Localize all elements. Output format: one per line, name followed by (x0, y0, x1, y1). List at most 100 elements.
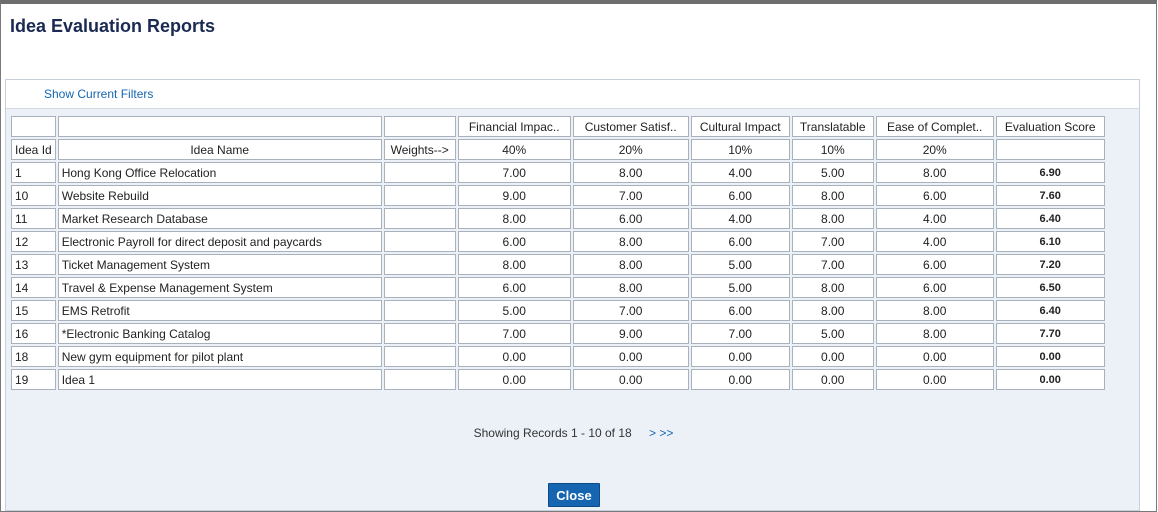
weights-spacer-cell (383, 185, 456, 206)
idea-name-cell: Market Research Database (57, 208, 382, 229)
score-cell: 0.00 (875, 369, 994, 390)
weight-value: 20% (875, 139, 994, 160)
next-page-link[interactable]: > >> (649, 426, 673, 440)
idea-id-cell: 15 (11, 300, 56, 321)
idea-id-cell: 18 (11, 346, 56, 367)
score-cell: 8.00 (572, 254, 689, 275)
score-cell: 8.00 (875, 323, 994, 344)
weights-header-row: Idea Id Idea Name Weights--> 40% 20% 10% 10% 20… (11, 139, 1105, 160)
score-cell: 7.00 (457, 162, 571, 183)
score-cell: 5.00 (791, 162, 874, 183)
score-cell: 6.00 (875, 185, 994, 206)
evaluation-score-cell: 6.40 (995, 300, 1105, 321)
weight-value: 40% (457, 139, 571, 160)
score-cell: 5.00 (791, 323, 874, 344)
filters-bar: Show Current Filters (6, 80, 1139, 109)
score-cell: 0.00 (457, 369, 571, 390)
score-cell: 8.00 (791, 185, 874, 206)
table-row: 14 Travel & Expense Management System 6.00… (11, 277, 1105, 298)
weights-spacer-cell (383, 323, 456, 344)
score-cell: 7.00 (791, 254, 874, 275)
idea-id-cell: 16 (11, 323, 56, 344)
blank-header-cell (995, 139, 1105, 160)
score-cell: 8.00 (875, 300, 994, 321)
evaluation-score-cell: 7.70 (995, 323, 1105, 344)
score-cell: 6.00 (690, 231, 790, 252)
idea-name-header: Idea Name (57, 139, 382, 160)
table-row: 10 Website Rebuild 9.00 7.00 6.00 8.00 6.00 7.6… (11, 185, 1105, 206)
table-row: 13 Ticket Management System 8.00 8.00 5.00 7.… (11, 254, 1105, 275)
score-cell: 0.00 (791, 346, 874, 367)
table-row: 18 New gym equipment for pilot plant 0.00 0… (11, 346, 1105, 367)
evaluation-score-cell: 7.20 (995, 254, 1105, 275)
score-cell: 8.00 (457, 208, 571, 229)
table-row: 15 EMS Retrofit 5.00 7.00 6.00 8.00 8.00 6.40 (11, 300, 1105, 321)
criteria-header: Evaluation Score (995, 116, 1105, 137)
score-cell: 7.00 (457, 323, 571, 344)
blank-header-cell (57, 116, 382, 137)
report-window: Idea Evaluation Reports Show Current Fil… (0, 0, 1157, 512)
idea-name-cell: Website Rebuild (57, 185, 382, 206)
evaluation-score-cell: 6.90 (995, 162, 1105, 183)
idea-name-cell: Electronic Payroll for direct deposit an… (57, 231, 382, 252)
criteria-header-row: Financial Impac.. Customer Satisf.. Cultur… (11, 116, 1105, 137)
weights-spacer-cell (383, 254, 456, 275)
weights-spacer-cell (383, 277, 456, 298)
score-cell: 7.00 (572, 300, 689, 321)
score-cell: 0.00 (791, 369, 874, 390)
score-cell: 0.00 (572, 369, 689, 390)
weights-spacer-cell (383, 208, 456, 229)
close-button[interactable]: Close (548, 483, 600, 507)
score-cell: 7.00 (690, 323, 790, 344)
weights-spacer-cell (383, 346, 456, 367)
idea-id-cell: 14 (11, 277, 56, 298)
score-cell: 6.00 (690, 185, 790, 206)
score-cell: 0.00 (690, 346, 790, 367)
idea-id-cell: 19 (11, 369, 56, 390)
weights-label: Weights--> (383, 139, 456, 160)
score-cell: 4.00 (690, 208, 790, 229)
table-row: 19 Idea 1 0.00 0.00 0.00 0.00 0.00 0.00 (11, 369, 1105, 390)
table-row: 1 Hong Kong Office Relocation 7.00 8.00 4.00… (11, 162, 1105, 183)
idea-name-cell: New gym equipment for pilot plant (57, 346, 382, 367)
idea-id-cell: 12 (11, 231, 56, 252)
score-cell: 0.00 (690, 369, 790, 390)
score-cell: 6.00 (457, 277, 571, 298)
evaluation-score-cell: 6.50 (995, 277, 1105, 298)
score-cell: 8.00 (791, 208, 874, 229)
score-cell: 0.00 (875, 346, 994, 367)
score-cell: 8.00 (791, 300, 874, 321)
weight-value: 10% (791, 139, 874, 160)
show-current-filters-link[interactable]: Show Current Filters (44, 87, 153, 101)
score-cell: 8.00 (875, 162, 994, 183)
pagination-status: Showing Records 1 - 10 of 18 (473, 426, 632, 440)
idea-id-header: Idea Id (11, 139, 56, 160)
evaluation-table: Financial Impac.. Customer Satisf.. Cultur… (9, 114, 1107, 392)
score-cell: 7.00 (791, 231, 874, 252)
idea-name-cell: Idea 1 (57, 369, 382, 390)
idea-name-cell: *Electronic Banking Catalog (57, 323, 382, 344)
score-cell: 6.00 (690, 300, 790, 321)
evaluation-score-cell: 0.00 (995, 369, 1105, 390)
weight-value: 10% (690, 139, 790, 160)
table-row: 11 Market Research Database 8.00 6.00 4.00 8.… (11, 208, 1105, 229)
criteria-header: Ease of Complet.. (875, 116, 994, 137)
evaluation-score-cell: 0.00 (995, 346, 1105, 367)
idea-id-cell: 13 (11, 254, 56, 275)
score-cell: 0.00 (457, 346, 571, 367)
score-cell: 4.00 (875, 231, 994, 252)
weight-value: 20% (572, 139, 689, 160)
pagination: Showing Records 1 - 10 of 18 > >> (6, 426, 1141, 440)
weights-spacer-cell (383, 231, 456, 252)
weights-spacer-cell (383, 300, 456, 321)
weights-spacer-cell (383, 369, 456, 390)
criteria-header: Translatable (791, 116, 874, 137)
evaluation-score-cell: 6.40 (995, 208, 1105, 229)
score-cell: 5.00 (690, 277, 790, 298)
evaluation-score-cell: 7.60 (995, 185, 1105, 206)
score-cell: 8.00 (572, 231, 689, 252)
score-cell: 4.00 (690, 162, 790, 183)
score-cell: 6.00 (875, 254, 994, 275)
table-row: 16 *Electronic Banking Catalog 7.00 9.00 7.0… (11, 323, 1105, 344)
idea-id-cell: 11 (11, 208, 56, 229)
